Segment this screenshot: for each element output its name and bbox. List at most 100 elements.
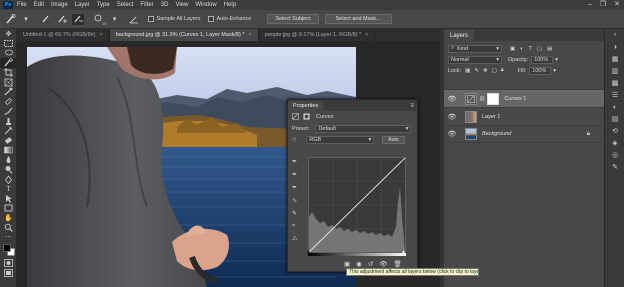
- dodge-tool-icon[interactable]: [0, 165, 17, 175]
- close-tab-icon[interactable]: ×: [100, 32, 103, 38]
- properties-panel-icon[interactable]: ☰: [605, 89, 624, 101]
- panel-menu-icon[interactable]: ≡: [410, 103, 414, 109]
- color-swatches-icon[interactable]: [0, 242, 17, 258]
- clipping-warning-icon[interactable]: ⚠︎: [292, 235, 297, 242]
- adjustments-panel-icon[interactable]: ◐: [605, 101, 624, 113]
- delete-icon[interactable]: 🗑︎: [394, 260, 402, 268]
- menu-view[interactable]: View: [175, 2, 188, 8]
- layer-row-background[interactable]: 👁︎ Background 🔒︎: [444, 125, 604, 143]
- lock-artboard-icon[interactable]: ▢: [492, 68, 497, 74]
- tab-background[interactable]: background.jpg @ 31.9% (Curves 1, Layer …: [109, 29, 259, 41]
- channels-panel-icon[interactable]: ◎: [605, 149, 624, 161]
- color-panel-icon[interactable]: ◑: [605, 41, 624, 53]
- menu-image[interactable]: Image: [51, 2, 68, 8]
- input-gradient-slider[interactable]: [308, 253, 406, 256]
- curves-graph[interactable]: [308, 157, 406, 253]
- history-brush-tool-icon[interactable]: [0, 126, 17, 136]
- eyedropper-tool-icon[interactable]: [0, 87, 17, 97]
- menu-3d[interactable]: 3D: [161, 2, 169, 8]
- tab-people[interactable]: people.jpg @ 9.17% (Layer 1, RGB/8) * ×: [259, 29, 376, 41]
- history-panel-icon[interactable]: ⟲: [605, 125, 624, 137]
- patterns-panel-icon[interactable]: ▩: [605, 77, 624, 89]
- crop-tool-icon[interactable]: [0, 68, 17, 78]
- panel-collapse-icon[interactable]: «: [605, 29, 624, 41]
- tab-layers[interactable]: Layers: [444, 30, 475, 41]
- black-point-slider-handle[interactable]: ▲: [306, 249, 311, 255]
- visibility-eye-icon[interactable]: 👁︎: [447, 95, 457, 103]
- blur-tool-icon[interactable]: [0, 155, 17, 165]
- close-tab-icon[interactable]: ×: [249, 32, 252, 38]
- auto-button[interactable]: Auto: [382, 135, 405, 144]
- visibility-eye-icon[interactable]: 👁︎: [447, 130, 457, 138]
- type-tool-icon[interactable]: T: [0, 184, 17, 194]
- quick-mask-icon[interactable]: [0, 258, 17, 268]
- tab-properties[interactable]: Properties: [288, 101, 324, 111]
- pencil-edit-icon[interactable]: ✎: [292, 210, 297, 217]
- menu-file[interactable]: File: [17, 2, 27, 8]
- tool-preset-chevron-icon[interactable]: ▾: [20, 14, 32, 25]
- menu-filter[interactable]: Filter: [140, 2, 153, 8]
- zoom-tool-icon[interactable]: [0, 223, 17, 233]
- frame-tool-icon[interactable]: [0, 77, 17, 87]
- close-tab-icon[interactable]: ×: [365, 32, 368, 38]
- rectangle-tool-icon[interactable]: [0, 203, 17, 213]
- smooth-icon[interactable]: ≈: [292, 223, 297, 229]
- brush-tool-icon[interactable]: [0, 107, 17, 117]
- layer-name[interactable]: Layer 1: [482, 114, 500, 120]
- angle-icon[interactable]: [128, 14, 140, 25]
- link-icon[interactable]: ⛓︎: [479, 96, 485, 102]
- move-tool-icon[interactable]: ✥: [0, 29, 17, 39]
- lock-pixels-icon[interactable]: ✎: [474, 68, 479, 74]
- new-selection-icon[interactable]: [40, 14, 52, 25]
- menu-help[interactable]: Help: [224, 2, 236, 8]
- add-to-selection-icon[interactable]: [56, 14, 68, 25]
- filter-smart-object-icon[interactable]: ▤: [547, 46, 552, 52]
- restore-icon[interactable]: ❐: [600, 1, 606, 9]
- swatches-panel-icon[interactable]: ▦: [605, 53, 624, 65]
- chevron-down-icon[interactable]: ▾: [555, 57, 558, 63]
- quick-selection-tool-icon[interactable]: [0, 58, 17, 68]
- close-icon[interactable]: ✕: [614, 1, 620, 9]
- marquee-tool-icon[interactable]: [0, 39, 17, 49]
- menu-select[interactable]: Select: [117, 2, 134, 8]
- clone-stamp-tool-icon[interactable]: [0, 116, 17, 126]
- select-subject-button[interactable]: Select Subject: [267, 14, 319, 24]
- clip-to-layer-icon[interactable]: ▣: [344, 260, 350, 268]
- minimize-icon[interactable]: –: [588, 1, 592, 9]
- auto-enhance-checkbox[interactable]: [208, 16, 215, 22]
- lock-all-icon[interactable]: 🔒︎: [501, 67, 504, 74]
- select-and-mask-button[interactable]: Select and Mask...: [324, 14, 392, 24]
- black-point-eyedropper-icon[interactable]: ✒︎: [292, 158, 297, 165]
- tab-untitled[interactable]: Untitled-1 @ 66.7% (RGB/8#) ×: [17, 29, 110, 41]
- channel-select[interactable]: RGB ▾: [306, 135, 375, 144]
- brush-size-chevron-icon[interactable]: ▾: [108, 14, 120, 25]
- layer-name[interactable]: Background: [482, 131, 511, 137]
- layer-row-curves[interactable]: 👁︎ ⛓︎ Curves 1: [444, 89, 604, 107]
- layer-row-layer-1[interactable]: 👁︎ Layer 1: [444, 107, 604, 125]
- screen-mode-icon[interactable]: [0, 268, 17, 278]
- view-previous-icon[interactable]: ◉: [356, 260, 362, 268]
- menu-type[interactable]: Type: [97, 2, 110, 8]
- edit-toolbar-icon[interactable]: ⋯: [0, 232, 17, 242]
- gradient-tool-icon[interactable]: [0, 145, 17, 155]
- opacity-input[interactable]: 100%: [531, 55, 554, 64]
- healing-brush-tool-icon[interactable]: [0, 97, 17, 107]
- mask-icon[interactable]: [303, 113, 310, 122]
- paths-panel-icon[interactable]: ✎: [605, 161, 624, 173]
- filter-adjustment-icon[interactable]: ◐: [520, 46, 523, 52]
- blend-mode-select[interactable]: Normal ▾: [448, 55, 502, 64]
- menu-edit[interactable]: Edit: [34, 2, 44, 8]
- quick-select-tool-icon[interactable]: [4, 14, 16, 25]
- sample-all-layers-checkbox[interactable]: [148, 16, 155, 22]
- path-selection-tool-icon[interactable]: [0, 194, 17, 204]
- fill-input[interactable]: 100%: [529, 66, 552, 75]
- menu-window[interactable]: Window: [195, 2, 216, 8]
- gray-point-eyedropper-icon[interactable]: ✒︎: [292, 171, 297, 178]
- hand-tool-icon[interactable]: ✋: [0, 213, 17, 223]
- libraries-panel-icon[interactable]: ▤: [605, 113, 624, 125]
- kind-filter-select[interactable]: ⌕ Kind ▾: [448, 44, 502, 53]
- gradients-panel-icon[interactable]: ▥: [605, 65, 624, 77]
- eraser-tool-icon[interactable]: [0, 136, 17, 146]
- white-point-slider-handle[interactable]: ▲: [401, 249, 406, 255]
- point-edit-icon[interactable]: ∿: [292, 197, 297, 204]
